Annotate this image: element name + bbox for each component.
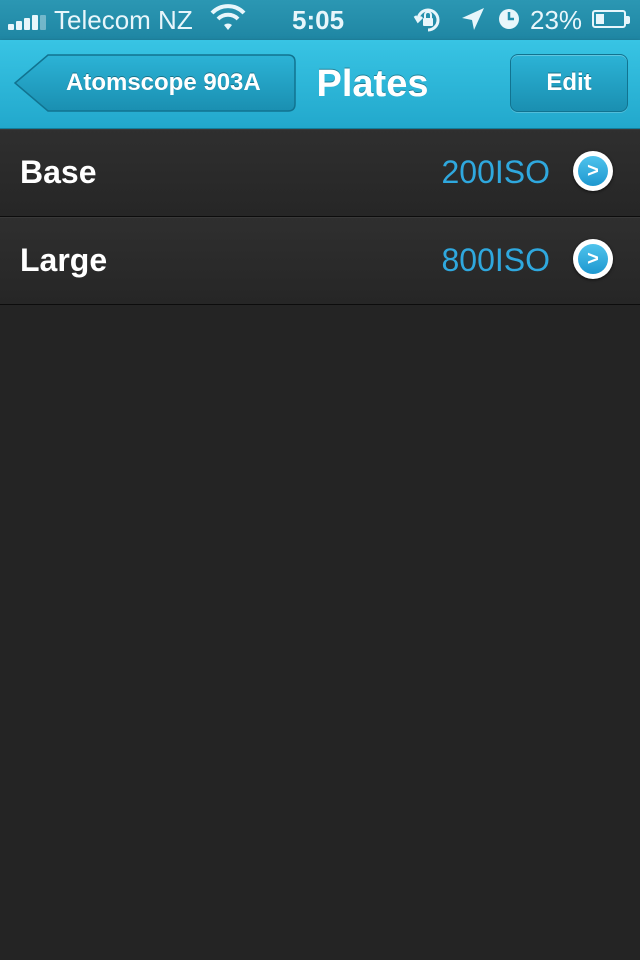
edit-button[interactable]: Edit — [510, 54, 628, 112]
clock-time: 5:05 — [292, 5, 345, 35]
orientation-lock-icon — [412, 4, 444, 42]
alarm-icon — [496, 4, 522, 40]
battery-percentage: 23% — [530, 5, 583, 35]
navigation-bar: Atomscope 903A Plates Edit — [0, 40, 640, 129]
back-button-label: Atomscope 903A — [66, 69, 261, 96]
plate-iso-value: 800ISO — [441, 242, 550, 278]
page-title: Plates — [316, 63, 429, 105]
plate-iso-value: 200ISO — [441, 154, 550, 190]
list-item-large[interactable]: Large 800ISO > — [0, 217, 640, 305]
detail-disclosure-button[interactable]: > — [573, 239, 613, 279]
signal-icon — [8, 12, 46, 30]
location-icon — [460, 4, 486, 40]
plate-name: Large — [20, 242, 108, 278]
back-button[interactable]: Atomscope 903A — [14, 54, 296, 112]
plate-name: Base — [20, 154, 97, 190]
app-screen: Telecom NZ 5:05 23% Atomscope 903A Plate… — [0, 0, 640, 960]
detail-disclosure-button[interactable]: > — [573, 151, 613, 191]
chevron-right-icon: > — [578, 244, 608, 274]
wifi-icon — [210, 4, 246, 40]
plates-list: Base 200ISO > Large 800ISO > — [0, 129, 640, 305]
chevron-right-icon: > — [578, 156, 608, 186]
carrier-name: Telecom NZ — [54, 5, 193, 35]
list-item-base[interactable]: Base 200ISO > — [0, 129, 640, 217]
battery-charging-icon — [592, 10, 630, 28]
status-bar: Telecom NZ 5:05 23% — [0, 0, 640, 40]
